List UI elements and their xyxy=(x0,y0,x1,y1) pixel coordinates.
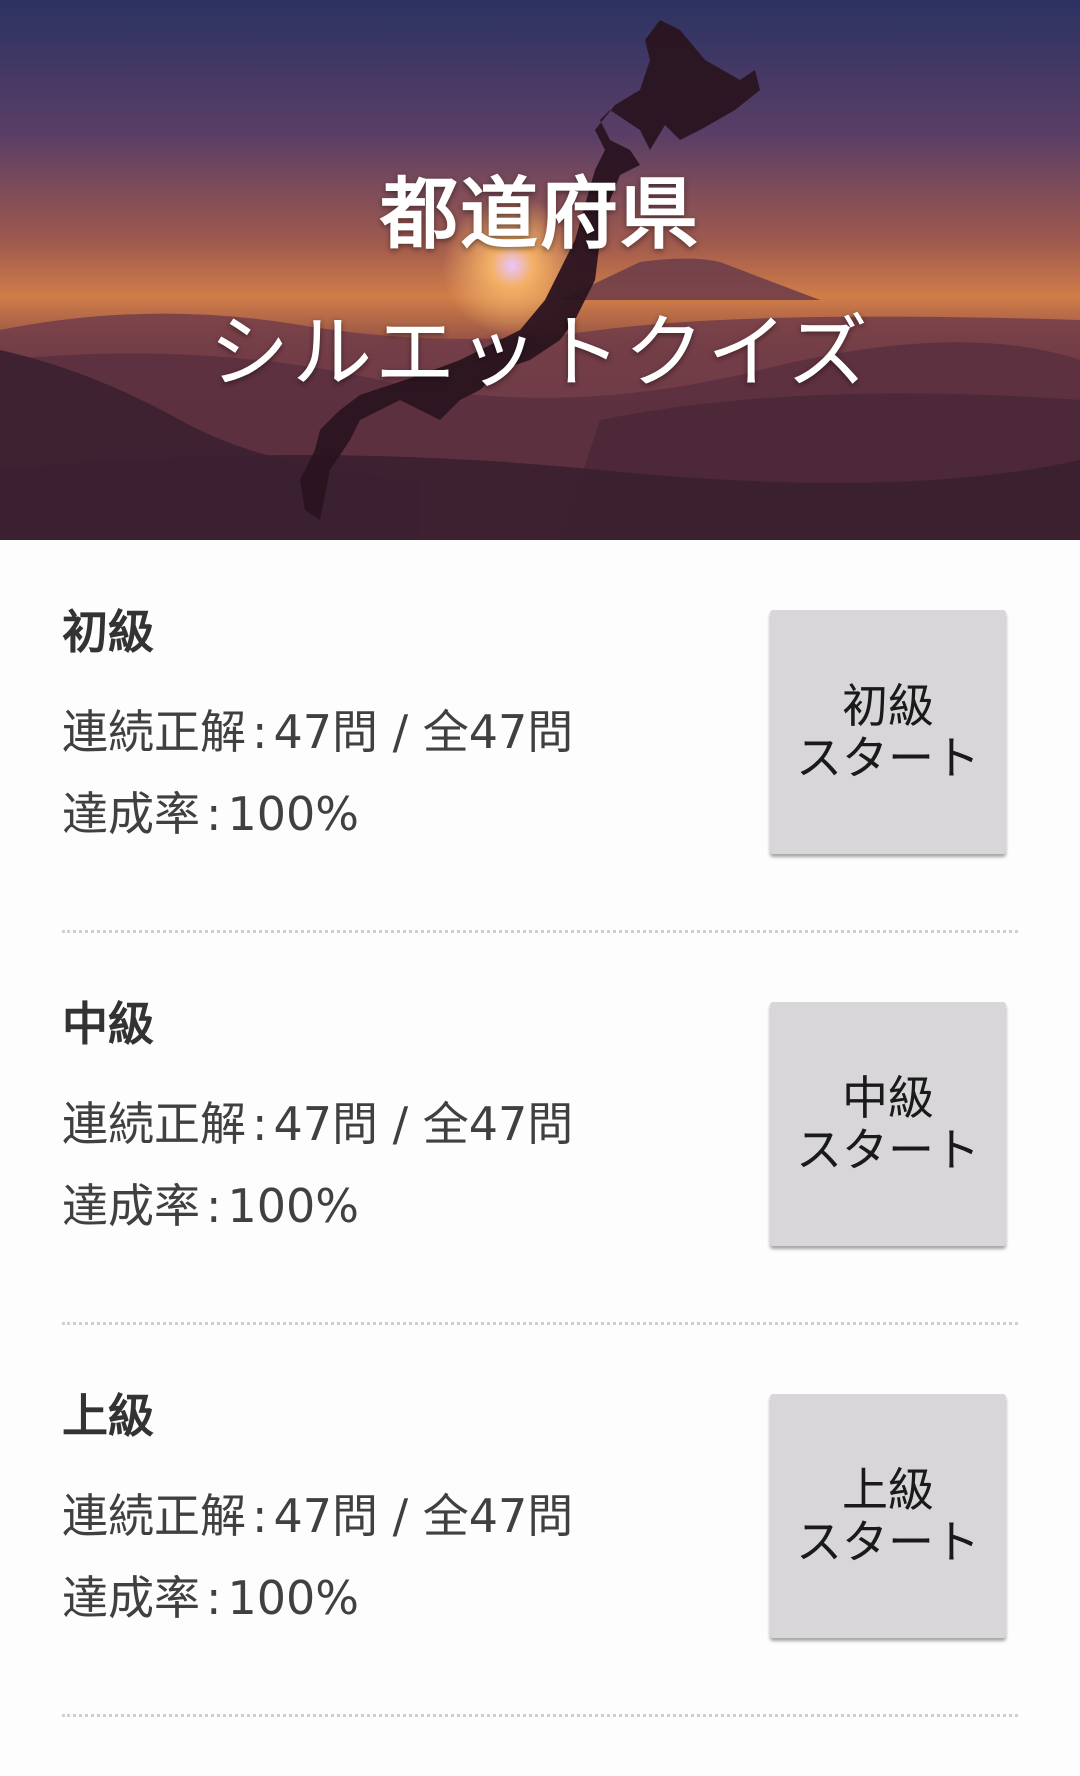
section-divider xyxy=(62,1714,1018,1717)
streak-stat: 連続正解:47問 / 全47問 xyxy=(62,1489,574,1543)
button-label-start: スタート xyxy=(796,1123,980,1177)
rate-value: 100% xyxy=(227,787,360,841)
level-title: 中級 xyxy=(62,997,154,1051)
streak-stat: 連続正解:47問 / 全47問 xyxy=(62,1097,574,1151)
level-title: 初級 xyxy=(62,605,154,659)
rate-stat: 達成率:100% xyxy=(62,1571,360,1625)
app-title-line2: シルエットクイズ xyxy=(209,306,871,399)
streak-value: 47問 / 全47問 xyxy=(273,705,574,759)
streak-stat: 連続正解:47問 / 全47問 xyxy=(62,705,574,759)
button-label-start: スタート xyxy=(796,731,980,785)
rate-value: 100% xyxy=(227,1179,360,1233)
button-label-level: 上級 xyxy=(842,1463,934,1517)
level-title: 上級 xyxy=(62,1389,154,1443)
button-label-level: 初級 xyxy=(842,679,934,733)
start-intermediate-button[interactable]: 中級 スタート xyxy=(770,1002,1006,1246)
level-section-beginner: 初級 連続正解:47問 / 全47問 達成率:100% 初級 スタート xyxy=(0,540,1080,933)
streak-value: 47問 / 全47問 xyxy=(273,1097,574,1151)
button-label-start: スタート xyxy=(796,1515,980,1569)
header-banner: 都道府県 シルエットクイズ xyxy=(0,0,1080,540)
banner-background-image xyxy=(0,0,1080,540)
streak-label: 連続正解 xyxy=(62,705,246,759)
streak-label: 連続正解 xyxy=(62,1489,246,1543)
rate-stat: 達成率:100% xyxy=(62,1179,360,1233)
app-screen: 都道府県 シルエットクイズ 初級 連続正解:47問 / 全47問 達成率:100… xyxy=(0,0,1080,1776)
app-title-line1: 都道府県 xyxy=(379,170,700,260)
streak-label: 連続正解 xyxy=(62,1097,246,1151)
level-section-advanced: 上級 連続正解:47問 / 全47問 達成率:100% 上級 スタート xyxy=(0,1324,1080,1717)
rate-value: 100% xyxy=(227,1571,360,1625)
rate-stat: 達成率:100% xyxy=(62,787,360,841)
button-label-level: 中級 xyxy=(842,1071,934,1125)
start-beginner-button[interactable]: 初級 スタート xyxy=(770,610,1006,854)
streak-value: 47問 / 全47問 xyxy=(273,1489,574,1543)
rate-label: 達成率 xyxy=(62,1179,200,1233)
rate-label: 達成率 xyxy=(62,1571,200,1625)
start-advanced-button[interactable]: 上級 スタート xyxy=(770,1394,1006,1638)
level-section-intermediate: 中級 連続正解:47問 / 全47問 達成率:100% 中級 スタート xyxy=(0,932,1080,1325)
rate-label: 達成率 xyxy=(62,787,200,841)
